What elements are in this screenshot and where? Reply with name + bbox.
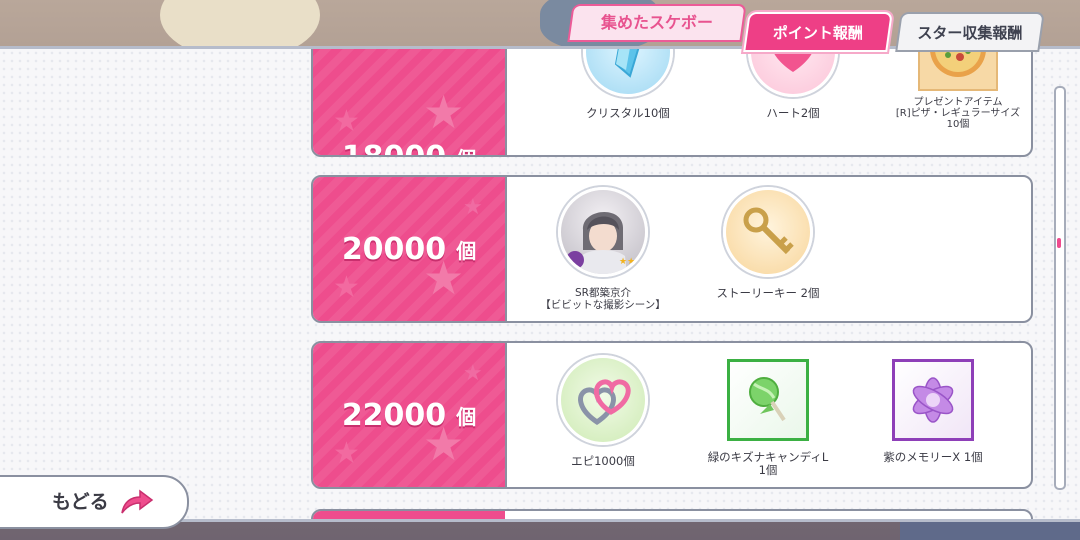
reward-label: エピ1000個 xyxy=(571,454,635,468)
tab-star-rewards[interactable]: スター収集報酬 xyxy=(895,12,1045,52)
reward-item[interactable]: 緑のキズナキャンディL 1個 xyxy=(683,355,853,477)
tab-bar: 集めたスケボー ポイント報酬 スター収集報酬 xyxy=(0,0,1080,52)
reward-label: プレゼントアイテム [R]ピザ・レギュラーサイズ 10個 xyxy=(895,97,1021,130)
reward-item[interactable]: 紫のメモリーX 1個 xyxy=(848,355,1018,464)
character-card-icon: ★★★ xyxy=(558,187,648,277)
reward-row-18000: ★★★ 18000個 クリスタル10個 ハート2個 プレゼントアイテム [R]ピ… xyxy=(311,49,1033,157)
scrollbar-thumb[interactable] xyxy=(1057,238,1061,248)
key-icon xyxy=(723,187,813,277)
arrow-icon xyxy=(121,489,154,514)
points-threshold: 18000個 xyxy=(341,139,476,157)
purple-memory-icon xyxy=(892,359,974,441)
reward-item[interactable]: ★★★ SR都築京介 【ビビットな撮影シーン】 xyxy=(518,187,688,311)
reward-row-next xyxy=(311,509,1033,519)
reward-label: 紫のメモリーX 1個 xyxy=(883,450,983,464)
reward-item[interactable]: ハート2個 xyxy=(708,49,878,120)
crystal-icon xyxy=(583,49,673,97)
reward-label: クリスタル10個 xyxy=(586,106,670,120)
reward-item[interactable]: エピ1000個 xyxy=(518,355,688,468)
reward-label: ハート2個 xyxy=(766,106,820,120)
green-candy-icon xyxy=(727,359,809,441)
reward-label: 緑のキズナキャンディL 1個 xyxy=(707,450,829,477)
reward-item[interactable]: プレゼントアイテム [R]ピザ・レギュラーサイズ 10個 xyxy=(873,49,1031,130)
reward-label: ストーリーキー 2個 xyxy=(716,286,820,300)
tab-point-rewards[interactable]: ポイント報酬 xyxy=(743,12,893,52)
points-threshold: 22000 個 xyxy=(341,397,477,433)
reward-item[interactable]: ストーリーキー 2個 xyxy=(683,187,853,300)
reward-row-22000: ★ ★ ★ 22000 個 エピ1000個 緑のキズナキャンディL 1個 紫のメ… xyxy=(311,341,1033,489)
points-threshold: 20000 個 xyxy=(341,231,477,267)
back-button[interactable]: もどる xyxy=(0,475,189,529)
reward-label: SR都築京介 【ビビットな撮影シーン】 xyxy=(540,287,666,311)
back-label: もどる xyxy=(52,491,109,513)
svg-text:★★★: ★★★ xyxy=(619,257,643,267)
pizza-icon xyxy=(918,49,998,91)
heart-icon xyxy=(748,49,838,97)
reward-list-panel: ★★★ 18000個 クリスタル10個 ハート2個 プレゼントアイテム [R]ピ… xyxy=(0,46,1080,522)
double-heart-icon xyxy=(558,355,648,445)
scrollbar[interactable] xyxy=(1054,86,1066,490)
tab-collected-skateboards[interactable]: 集めたスケボー xyxy=(567,4,747,42)
reward-item[interactable]: クリスタル10個 xyxy=(543,49,713,120)
reward-row-20000: ★ ★ ★ 20000 個 ★★★ SR都築京介 【ビビットな撮影シーン】 スト… xyxy=(311,175,1033,323)
